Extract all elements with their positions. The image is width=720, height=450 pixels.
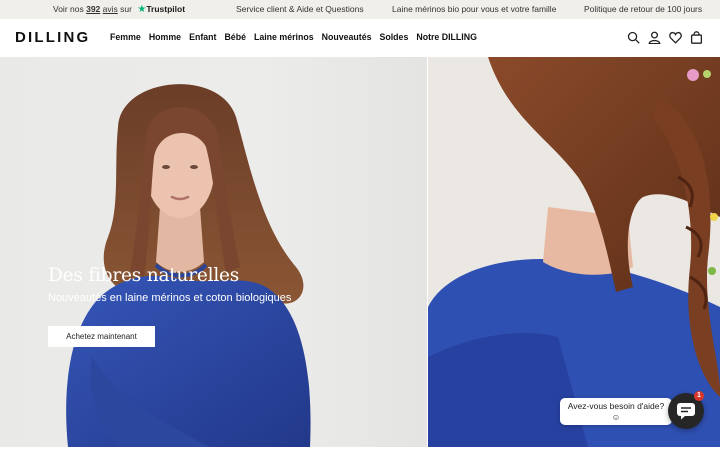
main-nav: Femme Homme Enfant Bébé Laine mérinos No… — [110, 32, 485, 42]
nav-item-notre-dilling[interactable]: Notre DILLING — [416, 32, 477, 42]
chat-notification-badge: 1 — [694, 391, 704, 401]
nav-item-soldes[interactable]: Soldes — [380, 32, 409, 42]
header-icons — [620, 31, 704, 45]
wishlist-icon[interactable] — [669, 31, 683, 45]
hero-subtitle: Nouveautés en laine mérinos et coton bio… — [48, 292, 292, 304]
cart-icon[interactable] — [690, 31, 704, 45]
nav-item-enfant[interactable]: Enfant — [189, 32, 216, 42]
nav-item-bebe[interactable]: Bébé — [224, 32, 246, 42]
customer-service-link[interactable]: Service client & Aide et Questions — [236, 4, 364, 14]
reviews-count: 392 — [86, 4, 101, 14]
reviews-prefix: Voir nos — [53, 4, 84, 14]
returns-policy-link[interactable]: Politique de retour de 100 jours — [584, 4, 702, 14]
model-back-illustration — [428, 57, 720, 447]
shop-now-button[interactable]: Achetez maintenant — [48, 326, 155, 347]
smile-icon: ☺ — [611, 412, 621, 422]
nav-item-femme[interactable]: Femme — [110, 32, 141, 42]
nav-item-homme[interactable]: Homme — [149, 32, 181, 42]
nav-item-laine-merinos[interactable]: Laine mérinos — [254, 32, 314, 42]
hero-left-image[interactable]: Des fibres naturelles Nouveautés en lain… — [0, 57, 428, 447]
announcement-bar: Voir nos 392 avis sur ★Trustpilot Servic… — [0, 0, 720, 19]
trustpilot-star-icon: ★ — [137, 4, 147, 15]
merino-promo-text[interactable]: Laine mérinos bio pour vous et votre fam… — [392, 4, 556, 14]
brand-logo[interactable]: DILLING — [15, 29, 90, 46]
chat-prompt-bubble[interactable]: Avez-vous besoin d'aide? ☺ — [560, 398, 672, 425]
hero-title: Des fibres naturelles — [48, 265, 240, 286]
trustpilot-logo: Trustpilot — [146, 4, 186, 14]
trustpilot-reviews-link[interactable]: Voir nos 392 avis sur ★Trustpilot — [53, 4, 185, 15]
reviews-word: avis — [102, 4, 118, 14]
nav-item-nouveautes[interactable]: Nouveautés — [322, 32, 372, 42]
reviews-suffix: sur — [120, 4, 132, 14]
search-icon[interactable] — [627, 31, 641, 45]
site-header: DILLING Femme Homme Enfant Bébé Laine mé… — [0, 19, 720, 57]
chat-prompt-text: Avez-vous besoin d'aide? — [567, 401, 665, 411]
account-icon[interactable] — [648, 31, 662, 45]
model-portrait-illustration — [66, 84, 311, 447]
hero-right-image[interactable] — [428, 57, 720, 447]
chat-icon — [677, 403, 695, 420]
